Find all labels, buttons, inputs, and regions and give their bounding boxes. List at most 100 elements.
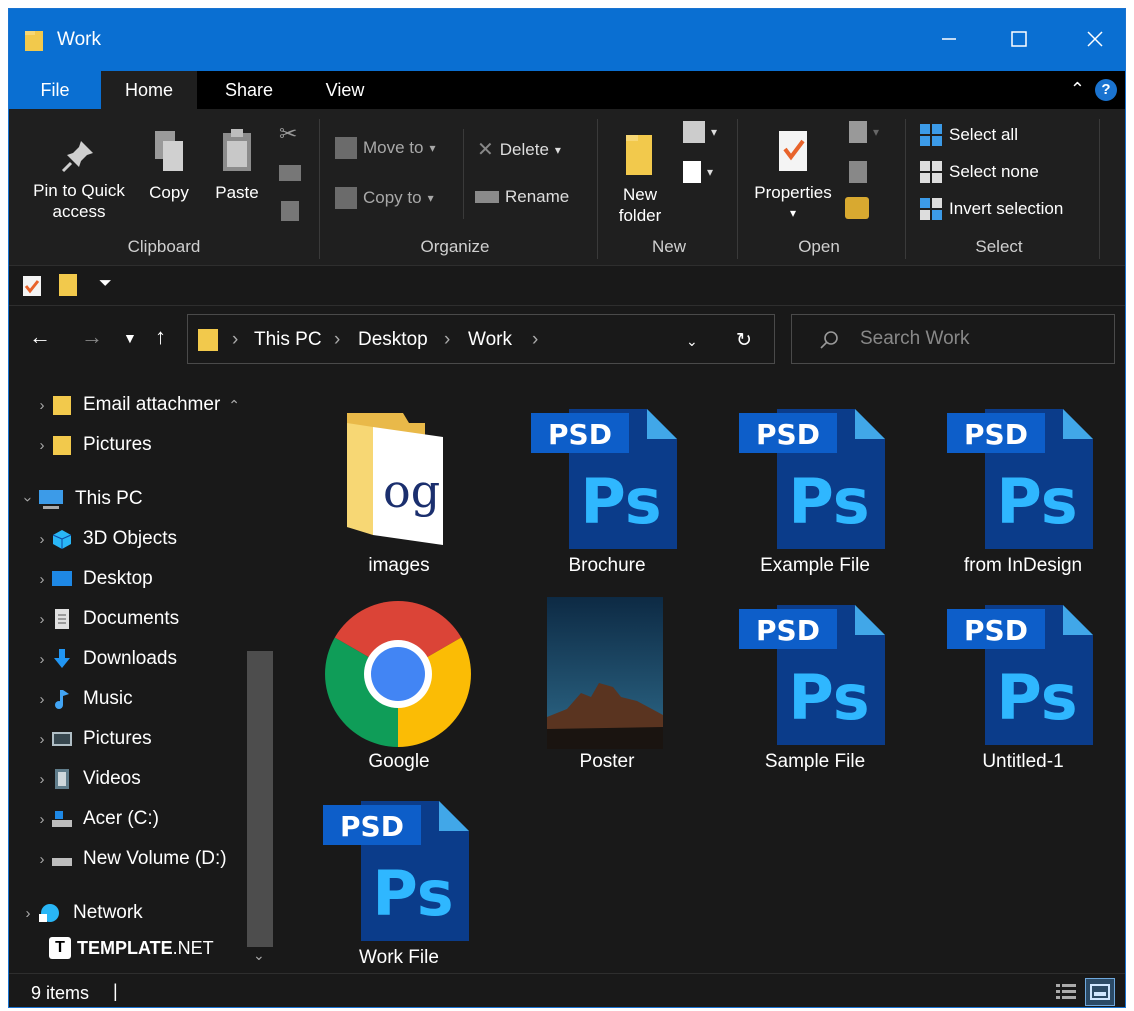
tree-item-3d-objects[interactable]: › 3D Objects	[33, 523, 177, 555]
easy-access-button[interactable]: ▾	[683, 161, 713, 183]
navigation-bar: ← → ▼ ↑ › This PC › Desktop › Work › ⌄ ↻…	[9, 305, 1125, 369]
new-folder-label-2: folder	[618, 206, 662, 225]
tree-item-label: Documents	[83, 608, 180, 629]
delete-button[interactable]: ✕ Delete ▾	[477, 137, 561, 162]
minimize-button[interactable]	[929, 23, 969, 55]
copy-button[interactable]: Copy	[141, 127, 197, 203]
tree-item-network[interactable]: › Network	[19, 897, 143, 929]
address-dropdown-icon[interactable]: ⌄	[686, 333, 698, 350]
expand-chevron-icon[interactable]: ›	[33, 731, 51, 748]
organize-group-label: Organize	[420, 237, 490, 256]
edit-button[interactable]	[849, 161, 867, 183]
tree-item-pictures-quick[interactable]: › Pictures	[33, 429, 152, 461]
paste-shortcut-button[interactable]	[281, 201, 299, 221]
tree-item-drive-c[interactable]: › Acer (C:)	[33, 803, 160, 835]
copy-to-icon	[335, 187, 357, 209]
search-box[interactable]: Search Work	[791, 314, 1115, 364]
tree-item-documents[interactable]: › Documents	[33, 603, 179, 635]
select-none-label: Select none	[949, 162, 1039, 181]
tree-item-this-pc[interactable]: › This PC	[19, 483, 143, 515]
properties-qat-icon[interactable]	[21, 274, 43, 298]
file-item-google[interactable]: Google	[299, 597, 499, 777]
pin-to-quick-access-button[interactable]: Pin to Quick access	[19, 135, 139, 222]
file-item-from-indesign[interactable]: PSD Ps from InDesign	[923, 401, 1123, 581]
paste-button[interactable]: Paste	[209, 127, 265, 203]
collapse-ribbon-icon[interactable]: ⌃	[1070, 79, 1085, 100]
tab-home[interactable]: Home	[101, 71, 197, 109]
file-item-images[interactable]: og images	[299, 401, 499, 581]
rename-button[interactable]: Rename	[475, 187, 569, 207]
expand-chevron-icon[interactable]: ›	[33, 811, 51, 828]
tree-item-email-attachments[interactable]: › Email attachmer ⌃	[33, 389, 240, 421]
expand-chevron-icon[interactable]: ›	[19, 905, 37, 922]
expand-chevron-icon[interactable]: ›	[33, 651, 51, 668]
large-icons-view-button[interactable]	[1085, 978, 1115, 1006]
expand-chevron-icon[interactable]: ›	[33, 397, 51, 414]
tree-item-music[interactable]: › Music	[33, 683, 133, 715]
expand-chevron-icon[interactable]: ›	[33, 531, 51, 548]
details-view-icon[interactable]	[1055, 982, 1077, 1002]
collapse-chevron-icon[interactable]: ›	[20, 490, 37, 508]
expand-chevron-icon[interactable]: ›	[33, 771, 51, 788]
expand-chevron-icon[interactable]: ›	[33, 571, 51, 588]
breadcrumb-this-pc[interactable]: This PC	[254, 329, 322, 351]
address-bar[interactable]: › This PC › Desktop › Work › ⌄ ↻	[187, 314, 775, 364]
history-button[interactable]	[845, 197, 869, 219]
file-item-sample-file[interactable]: PSD Ps Sample File	[715, 597, 915, 777]
expand-chevron-icon[interactable]: ›	[33, 691, 51, 708]
customize-qat-icon[interactable]: ⏷	[99, 275, 112, 293]
tree-item-label: Network	[73, 902, 143, 923]
new-folder-qat-icon[interactable]	[57, 272, 79, 298]
nav-scrollbar-thumb[interactable]	[247, 651, 273, 947]
new-item-button[interactable]: ▾	[683, 121, 717, 143]
file-item-brochure[interactable]: PSD Ps Brochure	[507, 401, 707, 581]
help-icon[interactable]: ?	[1095, 79, 1117, 101]
tree-item-videos[interactable]: › Videos	[33, 763, 141, 795]
move-to-label: Move to	[363, 138, 424, 157]
file-name: Work File	[359, 947, 439, 968]
file-item-poster[interactable]: Poster	[507, 597, 707, 777]
select-all-label: Select all	[949, 125, 1018, 144]
back-arrow-icon[interactable]: ←	[29, 324, 51, 350]
invert-selection-button[interactable]: Invert selection	[919, 197, 1063, 221]
select-all-button[interactable]: Select all	[919, 123, 1018, 147]
group-divider	[905, 119, 906, 259]
tree-item-drive-d[interactable]: › New Volume (D:)	[33, 843, 227, 875]
tab-file[interactable]: File	[9, 71, 101, 109]
tree-item-desktop[interactable]: › Desktop	[33, 563, 153, 595]
scroll-down-icon[interactable]: ⌄	[253, 947, 265, 964]
ps-logo-text: Ps	[580, 465, 661, 538]
new-folder-button[interactable]: New folder	[605, 127, 675, 226]
file-item-work-file[interactable]: PSD Ps Work File	[299, 793, 499, 973]
scroll-up-icon[interactable]: ⌃	[228, 397, 240, 414]
breadcrumb-work[interactable]: Work	[468, 329, 512, 351]
open-button[interactable]: ▾	[849, 121, 879, 143]
copy-to-button[interactable]: Copy to ▾	[335, 187, 434, 209]
cut-button[interactable]: ✂	[279, 121, 297, 147]
copy-path-button[interactable]	[279, 165, 301, 181]
move-to-button[interactable]: Move to ▾	[335, 137, 436, 159]
expand-chevron-icon[interactable]: ›	[33, 437, 51, 454]
tab-share[interactable]: Share	[199, 71, 299, 109]
file-item-example-file[interactable]: PSD Ps Example File	[715, 401, 915, 581]
forward-arrow-icon[interactable]: →	[81, 324, 103, 350]
breadcrumb-separator: ›	[532, 329, 539, 350]
tree-item-pictures[interactable]: › Pictures	[33, 723, 152, 755]
close-button[interactable]	[1075, 23, 1115, 55]
file-item-untitled-1[interactable]: PSD Ps Untitled-1	[923, 597, 1123, 777]
maximize-button[interactable]	[999, 23, 1039, 55]
ribbon-home: Pin to Quick access Copy Paste ✂ Clipboa…	[9, 109, 1125, 265]
recent-locations-icon[interactable]: ▼	[123, 330, 137, 346]
tab-view[interactable]: View	[301, 71, 389, 109]
select-none-button[interactable]: Select none	[919, 160, 1039, 184]
expand-chevron-icon[interactable]: ›	[33, 851, 51, 868]
expand-chevron-icon[interactable]: ›	[33, 611, 51, 628]
tree-item-downloads[interactable]: › Downloads	[33, 643, 178, 675]
refresh-icon[interactable]: ↻	[736, 329, 752, 352]
breadcrumb-desktop[interactable]: Desktop	[358, 329, 428, 351]
title-bar[interactable]: Work	[9, 9, 1125, 71]
properties-button[interactable]: Properties ▾	[745, 127, 841, 224]
select-group-label: Select	[975, 237, 1023, 256]
up-arrow-icon[interactable]: ↑	[155, 324, 166, 350]
copy-icon	[155, 131, 183, 171]
